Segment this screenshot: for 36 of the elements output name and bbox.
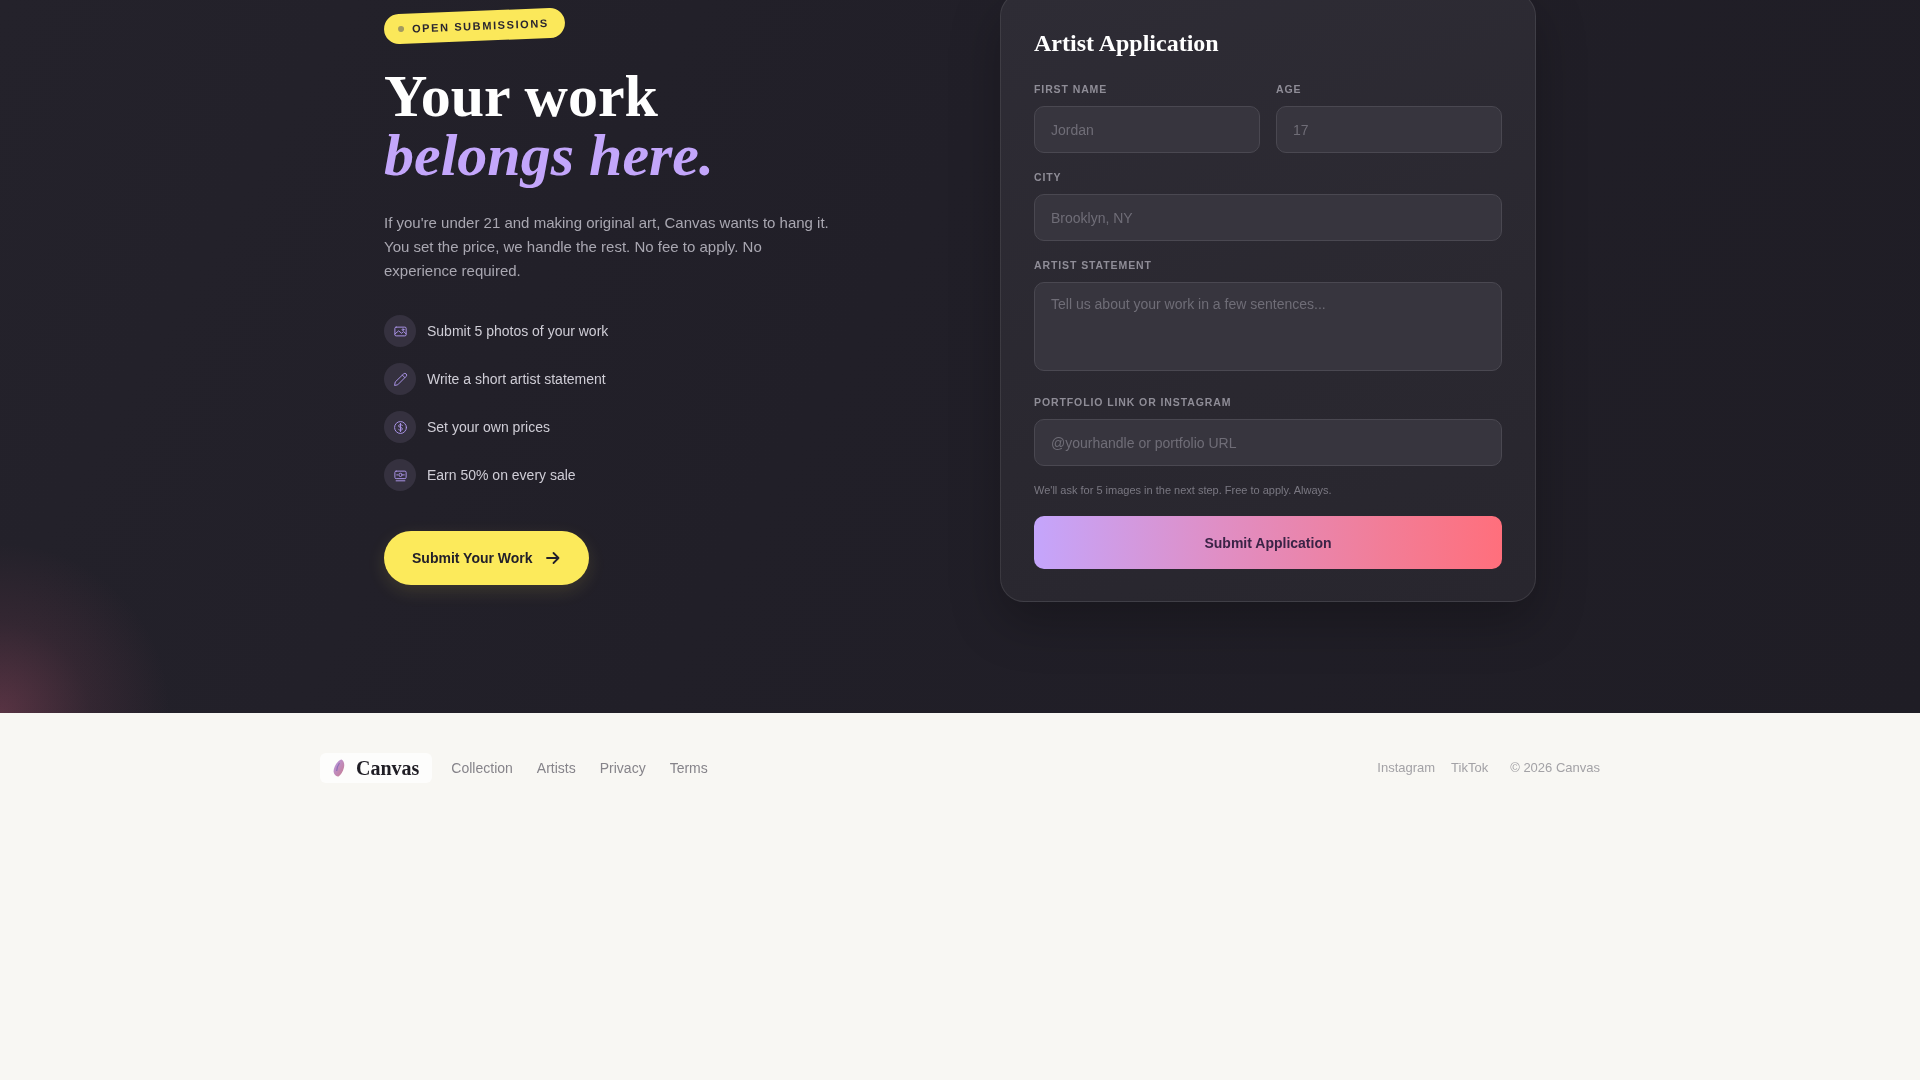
feature-text: Write a short artist statement [427, 370, 606, 388]
submit-application-button[interactable]: Submit Application [1034, 516, 1502, 569]
field-label: PORTFOLIO LINK OR INSTAGRAM [1034, 395, 1232, 409]
copyright-text: © 2026 Canvas [1510, 760, 1600, 776]
feature-text: Submit 5 photos of your work [427, 322, 609, 340]
dollar-coin-icon [384, 411, 416, 443]
pencil-icon [384, 363, 416, 395]
text-field[interactable]: 17 [1276, 106, 1502, 153]
footer-link[interactable]: Collection [451, 759, 513, 777]
footer-link[interactable]: Terms [669, 759, 708, 777]
text-field[interactable]: Brooklyn, NY [1034, 194, 1502, 241]
image-icon [384, 315, 416, 347]
brush-icon [333, 759, 345, 777]
intro-text: If you're under 21 and making original art, Canvas wants to hang it. You set the price, we handle the rest. No fee to apply. No experience required. [384, 213, 830, 281]
banknote-icon [384, 459, 416, 491]
badge-label: OPEN SUBMISSIONS [411, 17, 549, 35]
text-area[interactable]: Tell us about your work in a few sentences... [1034, 282, 1502, 371]
field-label: CITY [1034, 170, 1062, 184]
submit-work-button[interactable]: Submit Your Work [384, 531, 589, 585]
field-label: FIRST NAME [1034, 82, 1108, 96]
social-link[interactable]: TikTok [1451, 760, 1489, 776]
dot-icon [397, 25, 405, 33]
form-note: We'll ask for 5 images in the next step. Free to apply. Always. [1034, 483, 1332, 497]
field-label: AGE [1276, 82, 1302, 96]
text-field[interactable]: Jordan [1034, 106, 1260, 153]
feature-text: Earn 50% on every sale [427, 466, 576, 484]
headline-text: Your work [384, 67, 658, 126]
brand-link[interactable]: Canvas [320, 753, 433, 783]
arrow-right-icon [544, 550, 561, 566]
social-link[interactable]: Instagram [1377, 760, 1436, 776]
footer-link[interactable]: Privacy [599, 759, 646, 777]
text-field[interactable]: @yourhandle or portfolio URL [1034, 419, 1502, 466]
form-title: Artist Application [1034, 29, 1219, 58]
field-label: ARTIST STATEMENT [1034, 258, 1152, 272]
feature-text: Set your own prices [427, 418, 550, 436]
footer-link[interactable]: Artists [536, 759, 576, 777]
